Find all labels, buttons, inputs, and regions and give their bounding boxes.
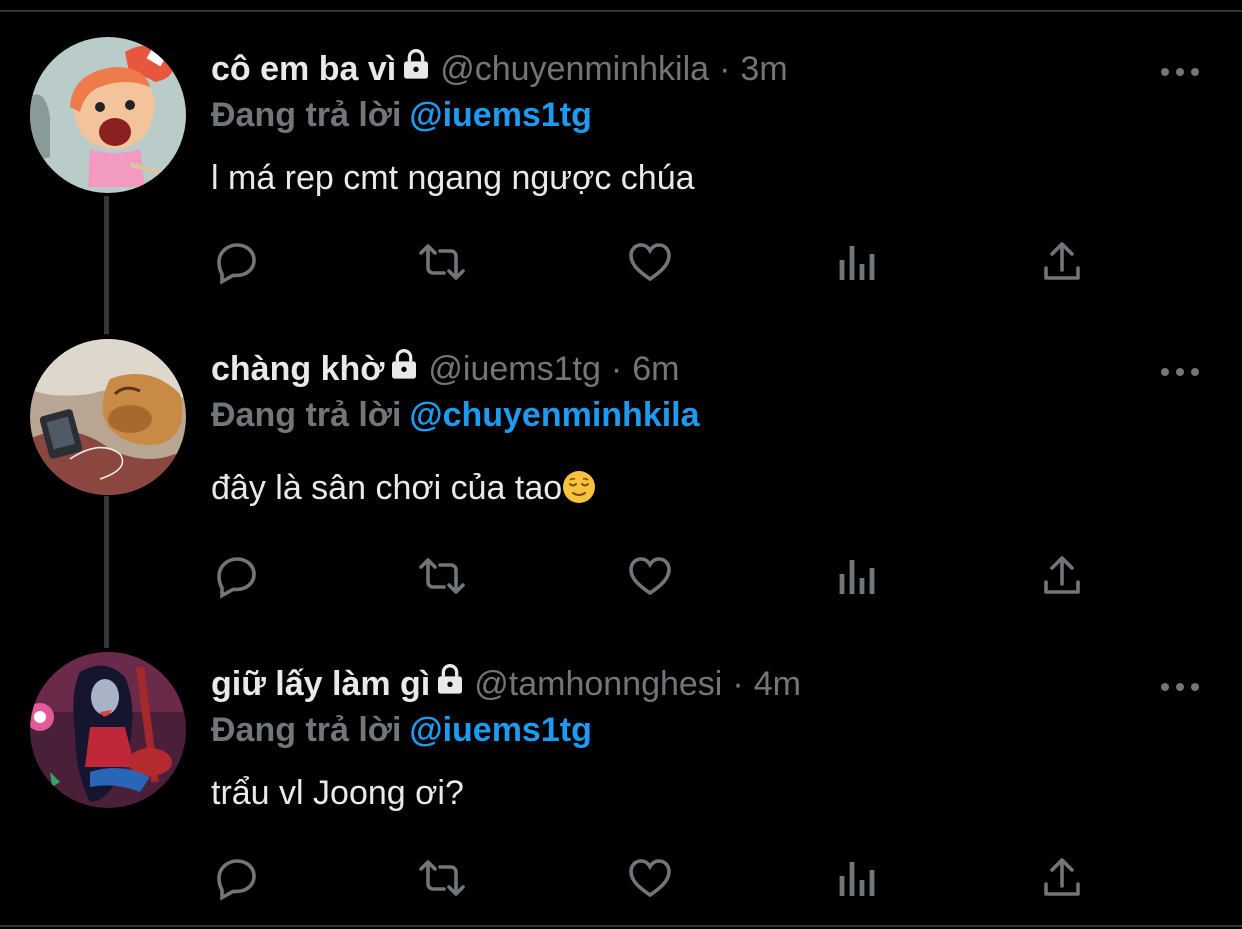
like-icon	[629, 557, 671, 596]
reply-button[interactable]	[211, 236, 263, 288]
avatar[interactable]	[30, 339, 186, 495]
avatar[interactable]	[30, 652, 186, 808]
tweet[interactable]: giữ lấy làm gì @tamhonnghesi · 4m Đang t…	[0, 650, 1242, 920]
user-handle[interactable]: @chuyenminhkila	[440, 47, 709, 91]
separator-dot: ·	[719, 50, 731, 88]
replying-to: Đang trả lời @chuyenminhkila	[211, 393, 700, 437]
tweet-timestamp[interactable]: 6m	[632, 347, 679, 391]
more-icon[interactable]	[1158, 65, 1202, 79]
relieved-face-emoji-icon	[562, 470, 596, 504]
replying-label: Đang trả lời	[211, 396, 402, 434]
tweet-text: đây là sân chơi của tao	[211, 469, 563, 507]
avatar[interactable]	[30, 37, 186, 193]
tweet-actions	[211, 852, 1111, 904]
retweet-button[interactable]	[416, 236, 468, 288]
cartoon-girl-avatar-icon	[30, 37, 186, 193]
lock-icon	[400, 47, 432, 91]
replying-label: Đang trả lời	[211, 711, 402, 749]
analytics-icon	[839, 560, 875, 594]
tweet-timestamp[interactable]: 4m	[754, 662, 801, 706]
analytics-button[interactable]	[830, 236, 882, 288]
replying-to: Đang trả lời @iuems1tg	[211, 93, 592, 137]
share-button[interactable]	[1036, 852, 1088, 904]
display-name[interactable]: giữ lấy làm gì	[211, 662, 430, 706]
retweet-icon	[419, 244, 465, 280]
analytics-icon	[839, 246, 875, 280]
display-name[interactable]: cô em ba vì	[211, 47, 396, 91]
like-button[interactable]	[624, 852, 676, 904]
retweet-button[interactable]	[416, 852, 468, 904]
replying-to: Đang trả lời @iuems1tg	[211, 708, 592, 752]
analytics-button[interactable]	[830, 852, 882, 904]
bottom-divider	[0, 925, 1242, 927]
reply-icon	[217, 557, 256, 599]
tweet-actions	[211, 236, 1111, 288]
share-icon	[1044, 556, 1080, 594]
tweet[interactable]: cô em ba vì @chuyenminhkila · 3m Đang tr…	[0, 35, 1242, 325]
reply-button[interactable]	[211, 550, 263, 602]
share-icon	[1044, 858, 1080, 896]
retweet-icon	[419, 860, 465, 896]
more-icon[interactable]	[1158, 680, 1202, 694]
more-icon[interactable]	[1158, 365, 1202, 379]
tweet-text-container: đây là sân chơi của tao	[211, 466, 596, 510]
tweet-actions	[211, 550, 1111, 602]
tweet[interactable]: chàng khờ @iuems1tg · 6m Đang trả lời @ch…	[0, 335, 1242, 635]
like-icon	[629, 243, 671, 282]
share-button[interactable]	[1036, 236, 1088, 288]
share-button[interactable]	[1036, 550, 1088, 602]
like-icon	[629, 859, 671, 898]
share-icon	[1044, 242, 1080, 280]
analytics-button[interactable]	[830, 550, 882, 602]
user-handle[interactable]: @tamhonnghesi	[474, 662, 722, 706]
top-divider	[0, 10, 1242, 12]
reply-mention-link[interactable]: @iuems1tg	[409, 711, 591, 749]
tweet-timestamp[interactable]: 3m	[740, 47, 787, 91]
like-button[interactable]	[624, 550, 676, 602]
reply-mention-link[interactable]: @iuems1tg	[409, 96, 591, 134]
retweet-icon	[419, 558, 465, 594]
reply-button[interactable]	[211, 852, 263, 904]
lock-icon	[388, 347, 420, 391]
reply-icon	[217, 243, 256, 285]
lock-icon	[434, 662, 466, 706]
tweet-text: trẩu vl Joong ơi?	[211, 774, 464, 812]
separator-dot: ·	[732, 665, 744, 703]
analytics-icon	[839, 862, 875, 896]
retweet-button[interactable]	[416, 550, 468, 602]
display-name[interactable]: chàng khờ	[211, 347, 384, 391]
reply-mention-link[interactable]: @chuyenminhkila	[409, 396, 699, 434]
replying-label: Đang trả lời	[211, 96, 402, 134]
user-handle[interactable]: @iuems1tg	[428, 347, 600, 391]
sleeping-dog-avatar-icon	[30, 339, 186, 495]
marceline-avatar-icon	[30, 652, 186, 808]
reply-icon	[217, 859, 256, 901]
separator-dot: ·	[610, 350, 623, 388]
tweet-text: l má rep cmt ngang ngược chúa	[211, 159, 695, 197]
like-button[interactable]	[624, 236, 676, 288]
